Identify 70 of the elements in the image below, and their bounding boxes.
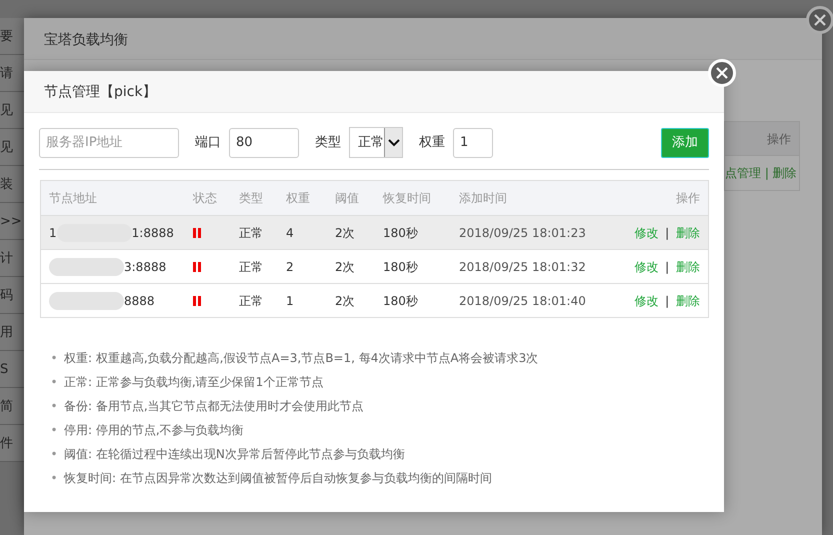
delete-link[interactable]: 删除 [676,294,700,308]
note-text: 备份: 备用节点,当其它节点都无法使用时才会使用此节点 [64,399,364,413]
column-header: 阈值 [335,191,359,205]
table-cell-text: 1:8888 [132,224,174,242]
bullet: • [49,470,59,487]
edit-link[interactable]: 修改 [634,226,658,240]
separator: | [764,166,769,180]
port-input-field[interactable]: 80 [229,128,299,158]
delete-link[interactable]: 删除 [772,166,797,180]
bullet: • [49,398,59,415]
note-text: 恢复时间: 在节点因异常次数达到阈值被暂停后自动恢复参与负载均衡的间隔时间 [64,471,492,485]
column-header: 权重 [286,191,310,205]
column-header: 恢复时间 [383,191,431,205]
table-cell: 180秒 [383,294,418,308]
add-button[interactable]: 添加 [661,128,709,158]
table-cell: 2次 [335,294,355,308]
node-manage-link[interactable]: 点管理 [725,166,761,180]
weight-input-field[interactable]: 1 [453,128,493,158]
table-cell: 2次 [335,226,355,240]
table-cell-text: 1 [49,224,57,242]
table-cell-text: 3:8888 [124,258,166,276]
pause-icon [193,296,201,306]
chevron-down-icon [388,138,400,146]
sidebar-item[interactable]: S [0,362,8,377]
table-cell: 1 [286,294,294,308]
dialog-title: 节点管理【pick】 [24,71,724,113]
edit-link[interactable]: 修改 [634,294,658,308]
column-header: 类型 [239,191,263,205]
note-text: 权重: 权重越高,负载分配越高,假设节点A=3,节点B=1, 每4次请求中节点A将会被请求3次 [64,351,538,365]
table-cell: 180秒 [383,260,418,274]
table-cell: 2018/09/25 18:01:23 [459,226,586,240]
type-label: 类型 [315,134,341,152]
table-cell: 正常 [239,226,263,240]
port-label: 端口 [195,134,221,152]
table-cell: 正常 [239,260,263,274]
column-header: 添加时间 [459,191,507,205]
separator: | [665,260,670,274]
weight-label: 权重 [419,134,445,152]
dialog-title: 宝塔负载均衡 [24,18,822,60]
pause-icon [193,262,201,272]
bullet: • [49,446,59,463]
delete-link[interactable]: 删除 [676,226,700,240]
note-text: 正常: 正常参与负载均衡,请至少保留1个正常节点 [64,375,324,389]
pause-icon [193,228,201,238]
ip-input-field[interactable]: 服务器IP地址 [39,128,179,158]
bullet: • [49,374,59,391]
delete-link[interactable]: 删除 [676,260,700,274]
table-cell: 2次 [335,260,355,274]
table-cell: 2 [286,260,294,274]
separator: | [665,226,670,240]
table-cell: 2018/09/25 18:01:32 [459,260,586,274]
type-select[interactable]: 正常 [349,127,403,158]
table-cell: 2018/09/25 18:01:40 [459,294,586,308]
column-header: 状态 [193,191,217,205]
column-header: 操作 [676,191,700,205]
table-row[interactable]: 3:8888 正常 2 2次 180秒 2018/09/25 18:01:32 修改 | 删除 [41,249,708,283]
table-row[interactable]: 8888 正常 1 2次 180秒 2018/09/25 18:01:40 修改 | 删除 [41,283,708,317]
column-header: 操作 [725,122,799,156]
table-cell-text: 8888 [124,292,155,310]
bullet: • [49,350,59,367]
column-header: 节点地址 [49,190,97,207]
note-text: 阈值: 在轮循过程中连续出现N次异常后暂停此节点参与负载均衡 [64,447,405,461]
separator: | [665,294,670,308]
table-cell: 180秒 [383,226,418,240]
table-cell: 正常 [239,294,263,308]
table-cell: 4 [286,226,294,240]
bullet: • [49,422,59,439]
edit-link[interactable]: 修改 [634,260,658,274]
table-row[interactable]: 1 1:8888 正常 4 2次 180秒 2018/09/25 18:01:23 修改 | 删除 [41,215,708,249]
note-text: 停用: 停用的节点,不参与负载均衡 [64,423,244,437]
